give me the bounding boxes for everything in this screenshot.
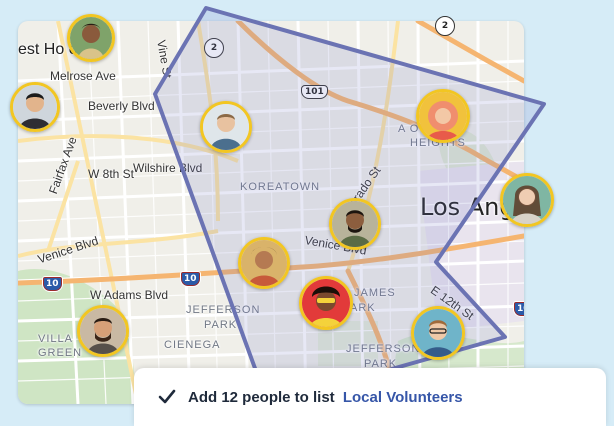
avatar-person-1[interactable]	[67, 14, 115, 62]
label-w-adams-blvd: W Adams Blvd	[90, 288, 169, 302]
avatar-person-4[interactable]	[416, 89, 470, 143]
label-koreatown: KOREATOWN	[240, 181, 321, 193]
add-to-list-banner[interactable]: Add 12 people to list Local Volunteers	[134, 368, 606, 426]
avatar-person-6[interactable]	[329, 198, 381, 250]
ca-2-shield-top: 2	[435, 16, 455, 36]
banner-prefix: Add 12 people to list	[188, 388, 335, 406]
label-cienega: CIENEGA	[164, 339, 221, 351]
interstate-10-shield-left: 10	[42, 276, 63, 292]
label-villa: VILLA	[38, 333, 73, 345]
label-angelino: A O	[398, 123, 420, 135]
person-photo-icon	[503, 176, 551, 224]
person-photo-icon	[203, 104, 249, 150]
checkmark-icon	[158, 389, 176, 404]
avatar-person-5[interactable]	[500, 173, 554, 227]
interstate-10-shield-mid: 10	[180, 271, 201, 287]
label-james: JAMES	[354, 287, 396, 299]
avatar-person-7[interactable]	[238, 237, 290, 289]
label-jefferson-park: JEFFERSON	[186, 304, 261, 316]
person-photo-icon	[419, 92, 467, 140]
avatar-person-9[interactable]	[77, 305, 129, 357]
person-photo-icon	[414, 309, 462, 357]
avatar-person-8[interactable]	[299, 276, 353, 330]
person-photo-icon	[13, 85, 57, 129]
label-beverly-blvd: Beverly Blvd	[88, 99, 155, 113]
person-photo-icon	[80, 308, 126, 354]
label-w-8th-st: W 8th St	[88, 167, 135, 181]
interstate-10-shield-right: 10	[513, 301, 524, 317]
person-photo-icon	[332, 201, 378, 247]
label-jefferson-2: JEFFERSON	[346, 343, 421, 355]
label-park: PARK	[204, 319, 238, 331]
avatar-person-2[interactable]	[10, 82, 60, 132]
avatar-person-3[interactable]	[200, 101, 252, 153]
person-photo-icon	[302, 279, 350, 327]
label-ark: ARK	[350, 302, 376, 314]
us-101-shield: 101	[301, 85, 328, 99]
avatar-person-10[interactable]	[411, 306, 465, 360]
label-green: GREEN	[38, 347, 83, 359]
banner-message: Add 12 people to list Local Volunteers	[188, 389, 463, 406]
person-photo-icon	[241, 240, 287, 286]
label-melrose-ave: Melrose Ave	[50, 69, 116, 83]
person-photo-icon	[70, 17, 112, 59]
label-wilshire-blvd: Wilshire Blvd	[133, 161, 203, 175]
ca-2-shield: 2	[204, 38, 224, 58]
list-name-link[interactable]: Local Volunteers	[343, 389, 463, 406]
